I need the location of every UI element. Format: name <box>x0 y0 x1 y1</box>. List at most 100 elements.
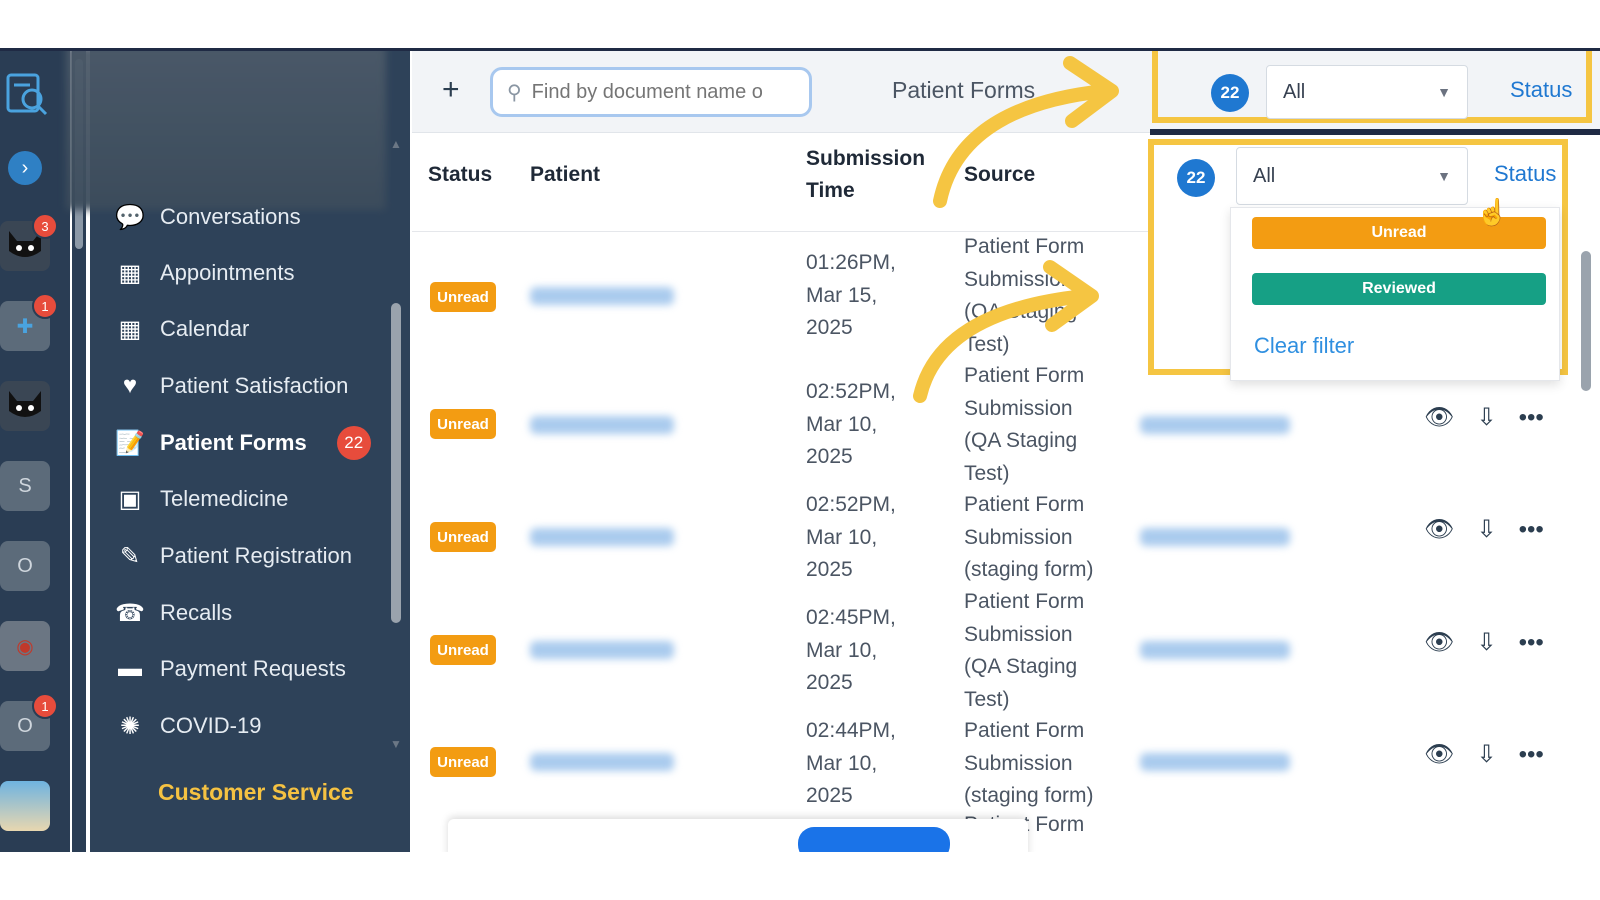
row-actions: 👁 ⇩ ••• <box>1424 403 1544 432</box>
column-header-submission-time[interactable]: Submission Time <box>806 143 930 207</box>
submission-time: 02:52PM, Mar 10, 2025 <box>806 380 896 468</box>
app-window: › 3 ✚ 1 S O ◉ O 1 💬 Conversations ▦ Appoin… <box>0 48 1600 852</box>
sidebar-item-label: Appointments <box>160 260 295 285</box>
sidebar-item-label: Recalls <box>160 600 233 625</box>
submitted-by-blurred <box>1140 641 1290 659</box>
select-value: All <box>1253 164 1276 187</box>
sidebar-item-appointments[interactable]: ▦ Appointments <box>112 253 295 293</box>
patient-name-blurred[interactable] <box>530 416 674 434</box>
search-input[interactable] <box>531 80 782 104</box>
expand-icon[interactable]: › <box>8 151 42 185</box>
workspace-initial: O <box>17 554 33 577</box>
sidebar-item-label: Calendar <box>160 316 250 341</box>
sidebar-item-label: Patient Satisfaction <box>160 373 349 398</box>
chevron-down-icon: ▼ <box>1437 168 1451 184</box>
sidebar-item-recalls[interactable]: ☎ Recalls <box>112 593 232 633</box>
table-scrollbar[interactable]: ▲ ▼ <box>388 133 404 753</box>
more-icon[interactable]: ••• <box>1519 516 1544 544</box>
sidebar-item-patient-forms[interactable]: 📝 Patient Forms 22 <box>112 423 371 463</box>
submission-time: 02:52PM, Mar 10, 2025 <box>806 493 896 581</box>
eye-icon[interactable]: 👁 <box>1424 403 1454 432</box>
submission-time: 02:45PM, Mar 10, 2025 <box>806 606 896 694</box>
more-icon[interactable]: ••• <box>1519 741 1544 769</box>
eye-icon[interactable]: 👁 <box>1424 515 1454 544</box>
divider-bar <box>1150 129 1600 135</box>
workspace-initial: O <box>17 714 33 737</box>
option-reviewed[interactable]: Reviewed <box>1252 273 1546 305</box>
notification-badge: 1 <box>32 293 58 319</box>
add-button[interactable]: + <box>442 73 460 107</box>
page-scrollbar[interactable] <box>1578 141 1594 841</box>
app-rail: › 3 ✚ 1 S O ◉ O 1 <box>0 51 70 852</box>
screen-share-bar <box>448 819 1028 852</box>
row-actions: 👁 ⇩ ••• <box>1424 515 1544 544</box>
sidebar-item-patient-registration[interactable]: ✎ Patient Registration <box>112 536 352 576</box>
count-badge: 22 <box>336 426 371 460</box>
eye-icon[interactable]: 👁 <box>1424 740 1454 769</box>
scroll-up-icon[interactable]: ▲ <box>388 137 404 151</box>
blurred-workspace-header <box>66 51 386 210</box>
heart-icon: ♥ <box>122 372 138 399</box>
search-box[interactable]: ⚲ <box>490 67 812 117</box>
workspace-tile[interactable] <box>0 381 50 431</box>
submitted-by-blurred <box>1140 753 1290 771</box>
status-filter-select[interactable]: All ▼ <box>1266 65 1468 119</box>
workspace-tile[interactable]: S <box>0 461 50 511</box>
sidebar-item-calendar[interactable]: ▦ Calendar <box>112 309 250 349</box>
status-filter-label[interactable]: Status <box>1510 77 1572 103</box>
status-filter-select-open[interactable]: All ▼ <box>1236 147 1468 205</box>
customer-service-link[interactable]: Customer Service <box>158 779 354 806</box>
annotation-arrow-icon <box>933 56 1119 208</box>
status-badge: Unread <box>430 747 496 777</box>
workspace-tile[interactable]: O 1 <box>0 693 58 751</box>
sidebar-item-telemedicine[interactable]: ▣ Telemedicine <box>112 479 289 519</box>
patient-name-blurred[interactable] <box>530 753 674 771</box>
stop-sharing-button[interactable] <box>798 827 950 852</box>
submission-time: 01:26PM, Mar 15, 2025 <box>806 251 896 339</box>
workspace-initial: S <box>18 474 32 497</box>
sidebar-item-covid-19[interactable]: ✺ COVID-19 <box>112 706 262 746</box>
workspace-tile[interactable] <box>0 781 50 831</box>
patient-name-blurred[interactable] <box>530 287 674 305</box>
chat-icon: 💬 <box>115 203 145 231</box>
patient-name-blurred[interactable] <box>530 641 674 659</box>
status-filter-label[interactable]: Status <box>1494 161 1556 187</box>
mouse-cursor-icon: ☝ <box>1476 197 1509 227</box>
clear-filter-link[interactable]: Clear filter <box>1254 333 1354 359</box>
sidebar-item-patient-satisfaction[interactable]: ♥ Patient Satisfaction <box>112 366 348 406</box>
table-scrollbar-thumb[interactable] <box>391 303 401 623</box>
row-actions: 👁 ⇩ ••• <box>1424 740 1544 769</box>
more-icon[interactable]: ••• <box>1519 629 1544 657</box>
eye-icon[interactable]: 👁 <box>1424 628 1454 657</box>
patient-name-blurred[interactable] <box>530 528 674 546</box>
telemedicine-icon: ▣ <box>118 485 142 513</box>
submitted-by-blurred <box>1140 416 1290 434</box>
phone-icon: ☎ <box>115 599 145 627</box>
download-icon[interactable]: ⇩ <box>1476 628 1496 657</box>
scroll-down-icon[interactable]: ▼ <box>388 737 404 751</box>
download-icon[interactable]: ⇩ <box>1476 403 1496 432</box>
column-header-status[interactable]: Status <box>428 159 492 191</box>
virus-icon: ✺ <box>119 712 141 740</box>
source-cell: Patient Form Submission (staging form) <box>964 493 1094 581</box>
download-icon[interactable]: ⇩ <box>1476 740 1496 769</box>
column-header-patient[interactable]: Patient <box>530 159 600 191</box>
search-icon: ⚲ <box>507 81 522 104</box>
workspace-tile[interactable]: O <box>0 541 50 591</box>
workspace-tile[interactable]: ◉ <box>0 621 50 671</box>
sidebar-item-label: COVID-19 <box>160 713 262 738</box>
more-icon[interactable]: ••• <box>1519 404 1544 432</box>
status-badge: Unread <box>430 282 496 312</box>
sidebar-item-payment-requests[interactable]: ▬ Payment Requests <box>112 649 346 689</box>
notification-badge: 3 <box>32 213 58 239</box>
download-icon[interactable]: ⇩ <box>1476 515 1496 544</box>
workspace-tile[interactable]: 3 <box>0 213 58 271</box>
forms-count-badge: 22 <box>1177 159 1215 197</box>
page-scrollbar-thumb[interactable] <box>1581 251 1591 391</box>
sidebar-item-conversations[interactable]: 💬 Conversations <box>112 197 301 237</box>
sidebar-item-label: Patient Forms <box>160 430 307 455</box>
app-logo-icon <box>4 69 50 119</box>
forms-count-badge: 22 <box>1211 74 1249 112</box>
sidebar-item-label: Payment Requests <box>160 656 346 681</box>
workspace-tile[interactable]: ✚ 1 <box>0 293 58 351</box>
